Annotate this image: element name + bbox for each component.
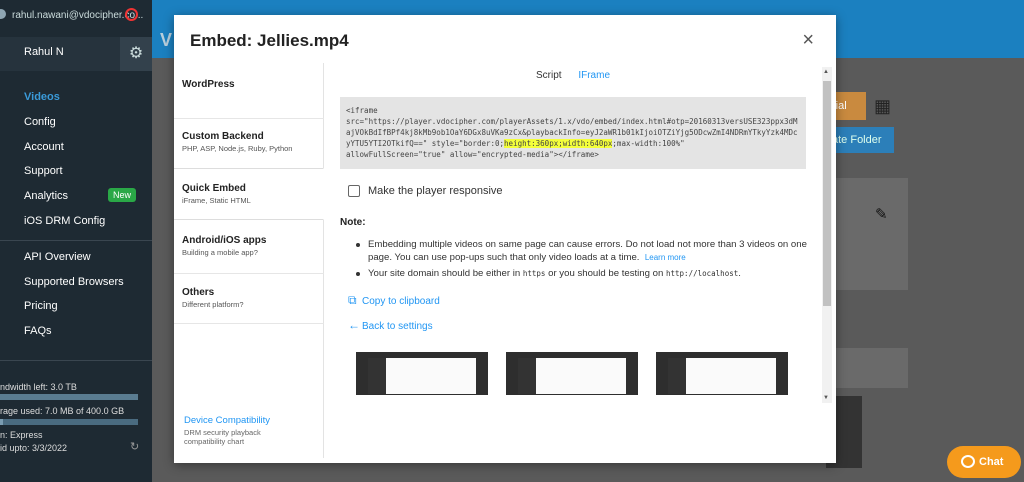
nav-android-ios-apps[interactable]: Android/iOS apps Building a mobile app? bbox=[174, 235, 324, 257]
gear-icon[interactable]: ⚙ bbox=[120, 37, 152, 71]
nav-videos[interactable]: Videos bbox=[24, 91, 60, 103]
scrollbar[interactable]: ▲ ▼ bbox=[822, 67, 832, 403]
tab-script[interactable]: Script bbox=[536, 70, 562, 81]
learn-more-link[interactable]: Learn more bbox=[645, 253, 686, 262]
nav-ios-drm-config[interactable]: iOS DRM Config bbox=[24, 215, 105, 227]
device-compatibility-link[interactable]: Device Compatibility DRM security playba… bbox=[184, 415, 274, 446]
user-name: Rahul N bbox=[24, 46, 64, 58]
nav-support[interactable]: Support bbox=[24, 165, 63, 177]
nav-account[interactable]: Account bbox=[24, 141, 64, 153]
pencil-icon[interactable]: ✎ bbox=[875, 205, 888, 223]
storage-bar bbox=[0, 419, 138, 425]
power-icon[interactable] bbox=[125, 8, 138, 21]
copy-icon: ⧉ bbox=[348, 293, 357, 307]
nav-faqs[interactable]: FAQs bbox=[24, 325, 52, 337]
bandwidth-left: ndwidth left: 3.0 TB bbox=[0, 382, 77, 392]
copy-to-clipboard-button[interactable]: ⧉ Copy to clipboard bbox=[348, 293, 440, 308]
nav-custom-backend[interactable]: Custom Backend PHP, ASP, Node.js, Ruby, … bbox=[174, 131, 324, 153]
scroll-up-icon[interactable]: ▲ bbox=[823, 69, 829, 75]
nav-quick-embed[interactable]: Quick Embed iFrame, Static HTML bbox=[174, 168, 324, 220]
plan-text: n: Express bbox=[0, 430, 43, 440]
bandwidth-bar bbox=[0, 394, 138, 400]
grid-view-icon[interactable]: ▦ bbox=[874, 96, 894, 116]
create-folder-button[interactable]: ate Folder bbox=[826, 127, 894, 153]
user-row[interactable]: Rahul N ⚙ bbox=[0, 37, 152, 71]
responsive-checkbox[interactable] bbox=[348, 185, 360, 197]
scroll-down-icon[interactable]: ▼ bbox=[823, 395, 829, 401]
video-card[interactable] bbox=[826, 348, 908, 388]
chat-button[interactable]: Chat bbox=[947, 446, 1021, 478]
back-to-settings-button[interactable]: ← Back to settings bbox=[348, 318, 433, 332]
nav-wordpress[interactable]: WordPress bbox=[174, 79, 324, 90]
divider bbox=[0, 240, 152, 241]
arrow-left-icon: ← bbox=[348, 318, 360, 332]
video-card[interactable] bbox=[826, 178, 908, 290]
nav-api-overview[interactable]: API Overview bbox=[24, 251, 91, 263]
nav-supported-browsers[interactable]: Supported Browsers bbox=[24, 276, 124, 288]
responsive-label: Make the player responsive bbox=[368, 185, 503, 197]
screenshot-thumbnail bbox=[506, 352, 638, 395]
nav-pricing[interactable]: Pricing bbox=[24, 300, 58, 312]
embed-content: Script IFrame <iframe src="https://playe… bbox=[326, 63, 822, 395]
avatar bbox=[0, 9, 6, 19]
sidebar: rahul.nawani@vdocipher.co... Rahul N ⚙ V… bbox=[0, 0, 152, 482]
refresh-icon[interactable]: ↻ bbox=[130, 440, 139, 453]
scroll-thumb[interactable] bbox=[823, 81, 831, 306]
note-bullet: Your site domain should be either in htt… bbox=[356, 267, 808, 280]
tab-iframe[interactable]: IFrame bbox=[578, 70, 610, 81]
storage-used: rage used: 7.0 MB of 400.0 GB bbox=[0, 406, 125, 416]
close-icon[interactable]: × bbox=[802, 29, 814, 52]
valid-upto: id upto: 3/3/2022 bbox=[0, 443, 68, 453]
embed-code[interactable]: <iframe src="https://player.vdocipher.co… bbox=[340, 97, 806, 169]
nav-others[interactable]: Others Different platform? bbox=[174, 287, 324, 309]
modal-title: Embed: Jellies.mp4 bbox=[190, 31, 349, 50]
screenshot-thumbnail bbox=[656, 352, 788, 395]
divider bbox=[0, 360, 152, 361]
nav-analytics[interactable]: Analytics bbox=[24, 190, 68, 202]
note-heading: Note: bbox=[340, 217, 366, 228]
page-title: V bbox=[160, 30, 173, 50]
note-bullet: Embedding multiple videos on same page c… bbox=[356, 239, 807, 263]
code-tabs: Script IFrame bbox=[536, 70, 624, 81]
chat-icon bbox=[961, 455, 975, 468]
screenshot-thumbnail bbox=[356, 352, 488, 395]
new-badge: New bbox=[108, 188, 137, 202]
nav-config[interactable]: Config bbox=[24, 116, 56, 128]
highlighted-dimensions: height:360px;width:640px bbox=[504, 139, 613, 148]
platform-nav: WordPress Custom Backend PHP, ASP, Node.… bbox=[174, 63, 324, 458]
embed-modal: Embed: Jellies.mp4 × WordPress Custom Ba… bbox=[174, 15, 836, 463]
